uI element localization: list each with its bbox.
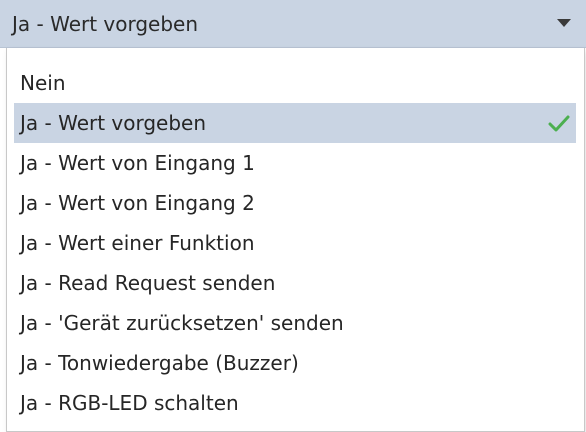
dropdown-options-panel: Nein Ja - Wert vorgeben Ja - Wert von Ei… (6, 48, 585, 432)
option-ja-wert-einer-funktion[interactable]: Ja - Wert einer Funktion (7, 223, 584, 263)
option-label: Ja - RGB-LED schalten (20, 391, 239, 415)
option-label: Ja - Read Request senden (20, 271, 276, 295)
option-label: Ja - Wert von Eingang 1 (20, 151, 255, 175)
option-ja-rgb-led-schalten[interactable]: Ja - RGB-LED schalten (7, 383, 584, 423)
option-ja-geraet-zuruecksetzen-senden[interactable]: Ja - 'Gerät zurücksetzen' senden (7, 303, 584, 343)
caret-down-icon[interactable] (556, 18, 572, 28)
option-label: Ja - Tonwiedergabe (Buzzer) (20, 351, 299, 375)
option-ja-wert-von-eingang-1[interactable]: Ja - Wert von Eingang 1 (7, 143, 584, 183)
dropdown-screen: Ja - Wert vorgeben Nein Ja - Wert vorgeb… (0, 0, 586, 432)
option-ja-read-request-senden[interactable]: Ja - Read Request senden (7, 263, 584, 303)
option-label: Ja - Wert vorgeben (20, 111, 207, 135)
option-list: Nein Ja - Wert vorgeben Ja - Wert von Ei… (7, 63, 584, 423)
option-label: Ja - Wert von Eingang 2 (20, 191, 255, 215)
option-ja-tonwiedergabe-buzzer[interactable]: Ja - Tonwiedergabe (Buzzer) (7, 343, 584, 383)
check-icon (548, 115, 570, 132)
option-label: Ja - Wert einer Funktion (20, 231, 255, 255)
option-label: Nein (20, 71, 66, 95)
select-dropdown[interactable]: Ja - Wert vorgeben (0, 0, 586, 48)
option-ja-wert-von-eingang-2[interactable]: Ja - Wert von Eingang 2 (7, 183, 584, 223)
select-current-value: Ja - Wert vorgeben (12, 12, 199, 36)
option-nein[interactable]: Nein (7, 63, 584, 103)
option-label: Ja - 'Gerät zurücksetzen' senden (20, 311, 344, 335)
option-ja-wert-vorgeben[interactable]: Ja - Wert vorgeben (14, 103, 576, 143)
